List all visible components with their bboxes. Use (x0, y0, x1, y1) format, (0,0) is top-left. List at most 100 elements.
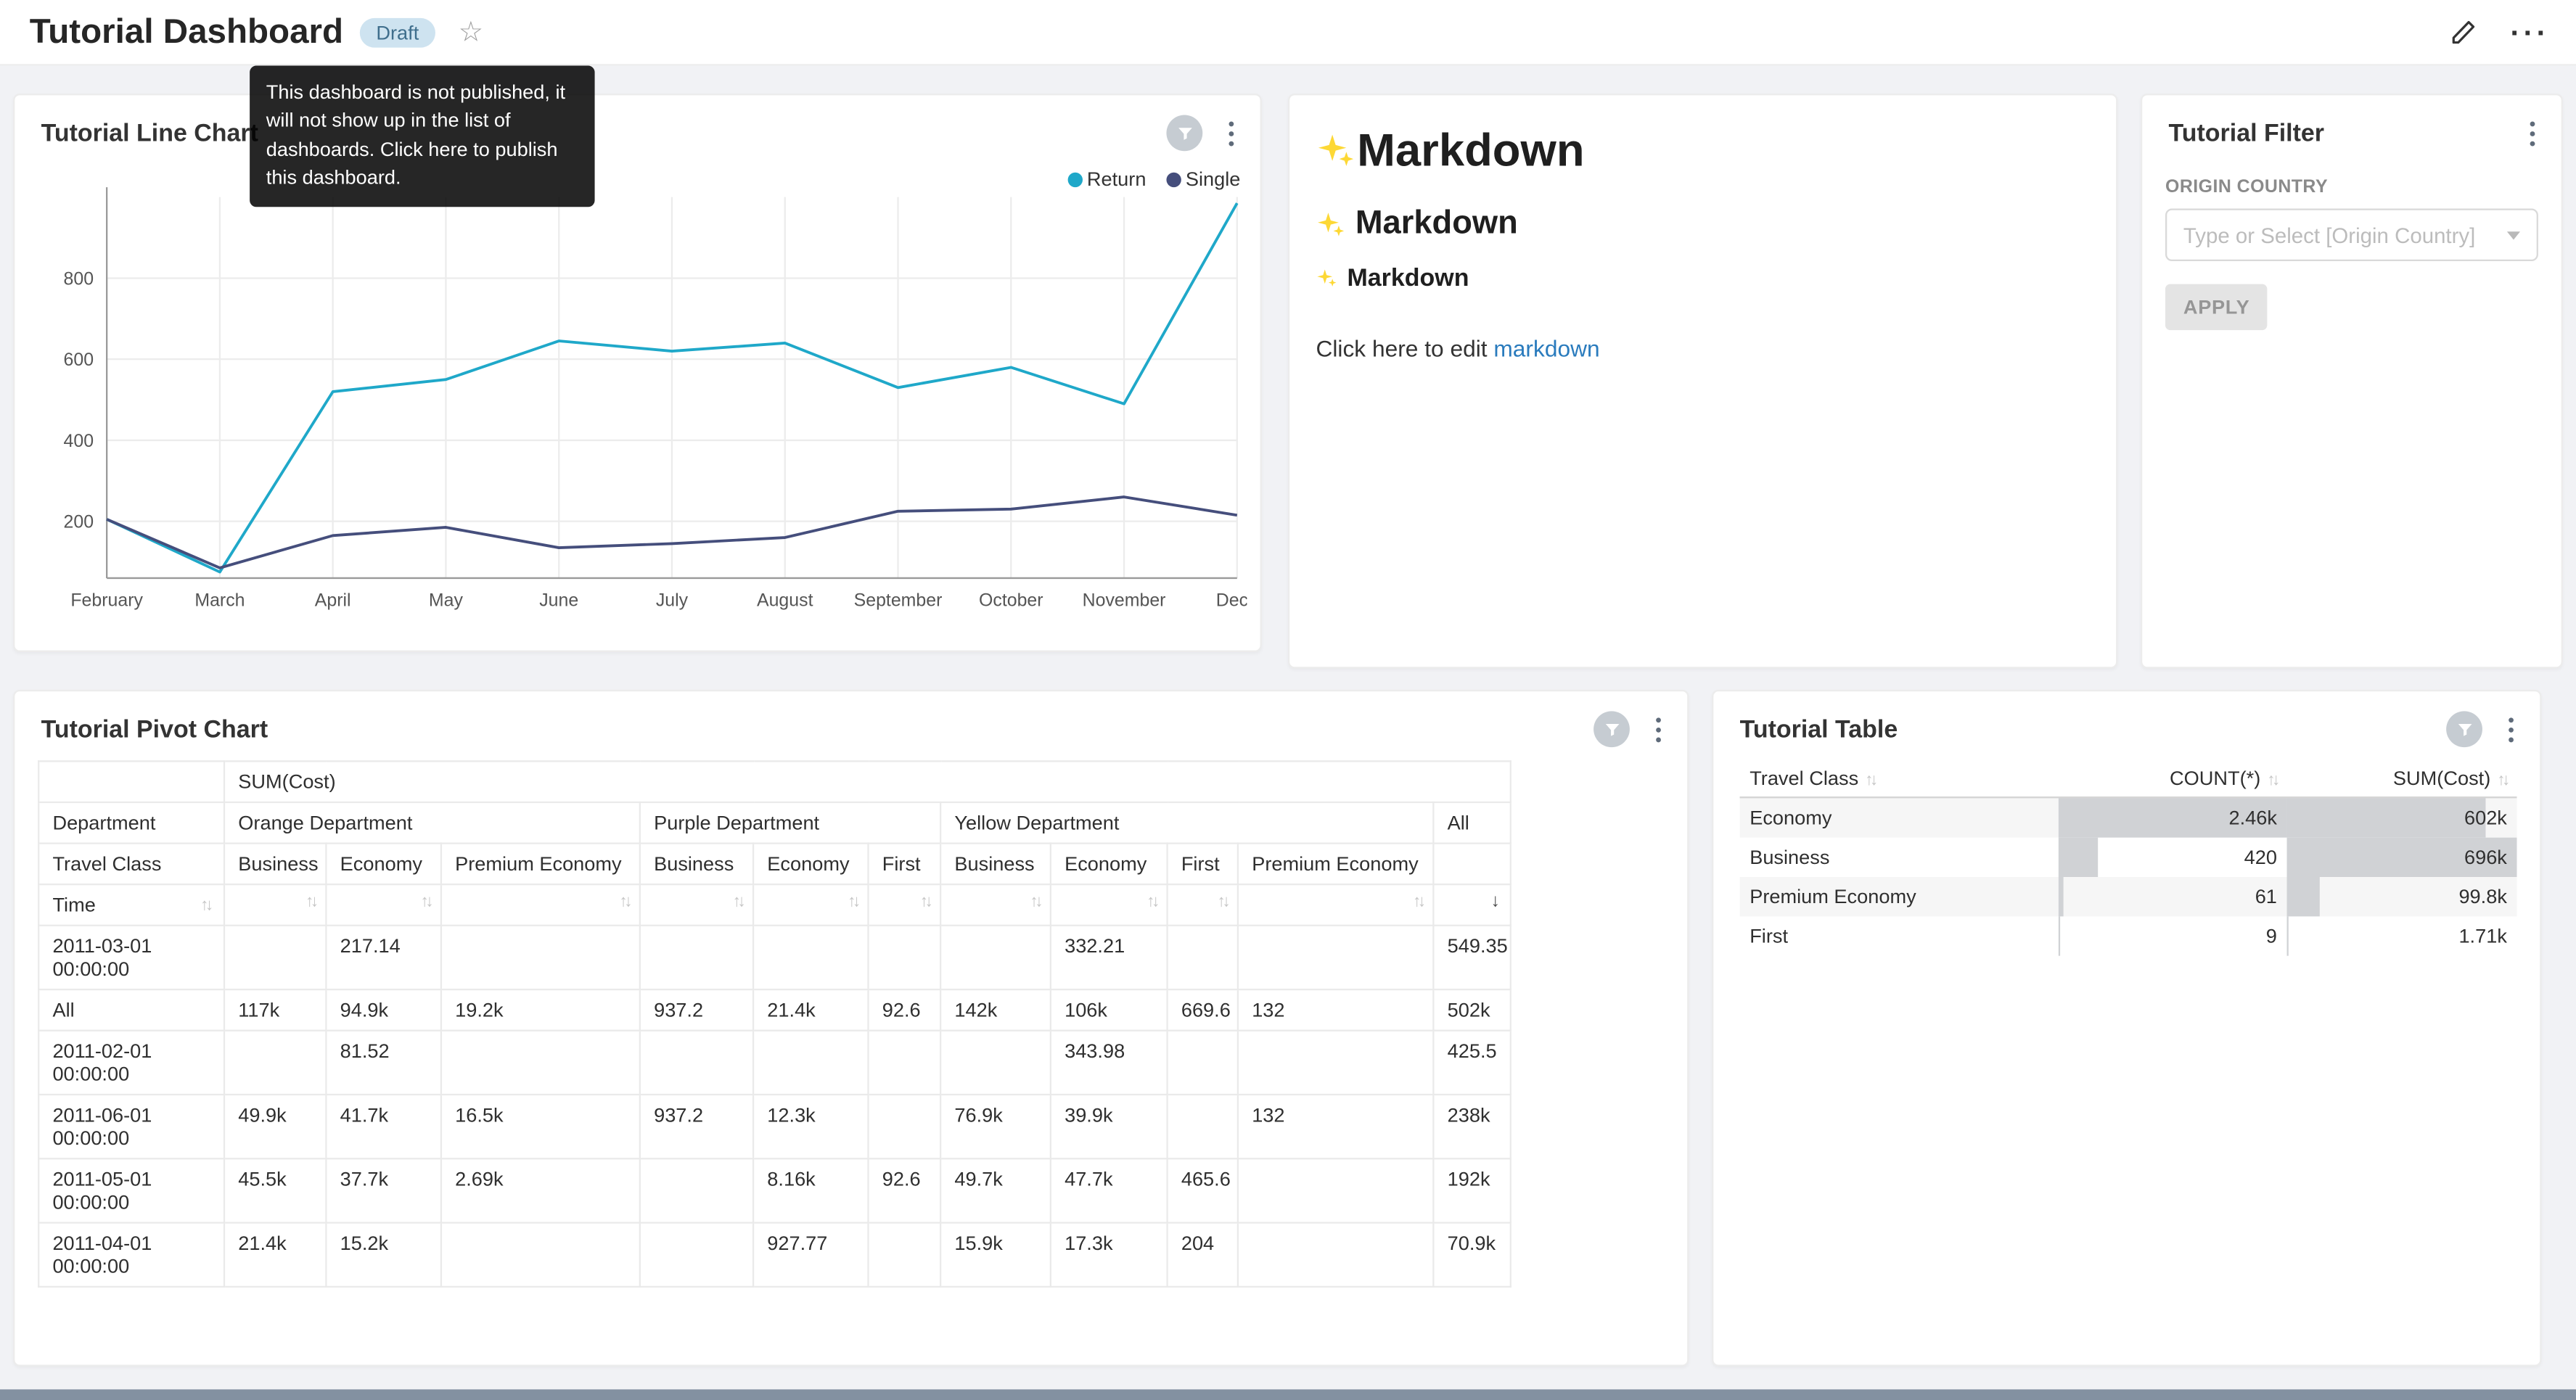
header-actions: ··· (2450, 17, 2550, 47)
pivot-cell: 192k (1433, 1158, 1510, 1222)
sort-icon[interactable]: ↑↓ (1030, 894, 1041, 912)
favorite-star-icon[interactable]: ☆ (459, 18, 484, 46)
pivot-col-header: Business (940, 844, 1051, 885)
table-row[interactable]: Economy2.46k602k (1740, 797, 2517, 837)
draft-badge[interactable]: Draft (360, 17, 435, 47)
filter-field-label: ORIGIN COUNTRY (2142, 151, 2561, 197)
table-cell-sum: 1.71k (2287, 916, 2517, 955)
pivot-cell: 927.77 (753, 1223, 868, 1287)
pivot-row-header: All (38, 989, 224, 1031)
table-cell-sum: 99.8k (2287, 877, 2517, 916)
origin-country-select[interactable]: Type or Select [Origin Country] (2165, 209, 2538, 261)
sort-icon[interactable]: ↑↓ (2497, 772, 2507, 790)
table-cell-sum: 696k (2287, 838, 2517, 877)
kebab-menu-icon[interactable] (1222, 115, 1240, 151)
sort-icon[interactable]: ↑↓ (920, 894, 930, 912)
sort-icon[interactable]: ↑↓ (1413, 894, 1423, 912)
kebab-menu-icon[interactable] (2502, 711, 2520, 747)
pivot-cell: 425.5 (1433, 1031, 1510, 1095)
pivot-cell: 49.9k (224, 1095, 326, 1158)
pivot-cell: 15.2k (326, 1223, 440, 1287)
pivot-row-header: 2011-06-01 00:00:00 (38, 1095, 224, 1158)
pivot-cell (869, 1031, 941, 1095)
sort-icon[interactable]: ↑↓ (305, 894, 316, 912)
svg-text:April: April (315, 590, 351, 610)
more-menu-icon[interactable]: ··· (2510, 17, 2549, 47)
pivot-cell (753, 1031, 868, 1095)
kebab-menu-icon[interactable] (1649, 711, 1668, 747)
column-header-sum[interactable]: SUM(Cost) ↑↓ (2287, 760, 2517, 797)
sort-icon[interactable]: ↑↓ (200, 896, 210, 914)
pivot-cell (1168, 1031, 1238, 1095)
pivot-row: 2011-05-01 00:00:0045.5k37.7k2.69k8.16k9… (38, 1158, 1511, 1222)
pivot-table: SUM(Cost)DepartmentOrange DepartmentPurp… (38, 760, 1511, 1288)
edit-icon[interactable] (2450, 18, 2477, 46)
pivot-cell: 92.6 (869, 989, 941, 1031)
pivot-row-header: 2011-03-01 00:00:00 (38, 926, 224, 989)
pivot-cell: 238k (1433, 1095, 1510, 1158)
pivot-table-wrap: SUM(Cost)DepartmentOrange DepartmentPurp… (38, 760, 1664, 1288)
markdown-h1-text: Markdown (1357, 125, 1584, 177)
pivot-cell (940, 1031, 1051, 1095)
pivot-cell: 106k (1051, 989, 1168, 1031)
sort-icon[interactable]: ↑↓ (2267, 772, 2277, 790)
pivot-col-header: Economy (753, 844, 868, 885)
sort-icon[interactable]: ↑↓ (421, 894, 431, 912)
pivot-cell: 19.2k (441, 989, 640, 1031)
pivot-cell (640, 1223, 753, 1287)
column-header-travel-class[interactable]: Travel Class↑↓ (1740, 760, 2059, 797)
filter-card: Tutorial Filter ORIGIN COUNTRY Type or S… (2141, 94, 2563, 668)
column-label: COUNT(*) (2170, 767, 2260, 790)
pivot-cell (441, 1223, 640, 1287)
markdown-h3-text: Markdown (1348, 265, 1469, 292)
sort-icon[interactable]: ↑↓ (1218, 894, 1228, 912)
sort-icon[interactable]: ↑↓ (848, 894, 858, 912)
apply-button[interactable]: APPLY (2165, 284, 2268, 330)
select-placeholder: Type or Select [Origin Country] (2183, 223, 2475, 247)
line-chart: 200400600800FebruaryMarchAprilMayJuneJul… (25, 181, 1247, 627)
markdown-link[interactable]: markdown (1493, 335, 1599, 361)
svg-text:February: February (70, 590, 143, 610)
pivot-cell (869, 1223, 941, 1287)
markdown-paragraph-text: Click here to edit (1316, 335, 1493, 361)
pivot-cell: 132 (1238, 1095, 1433, 1158)
pivot-cell: 49.7k (940, 1158, 1051, 1222)
cross-filter-icon[interactable] (1166, 115, 1202, 151)
cross-filter-icon[interactable] (2446, 711, 2482, 747)
sort-icon[interactable]: ↑↓ (1865, 772, 1875, 790)
pivot-time-label: Time (52, 894, 95, 917)
pivot-cell: 204 (1168, 1223, 1238, 1287)
pivot-col-header: First (1168, 844, 1238, 885)
svg-text:March: March (194, 590, 245, 610)
markdown-h3: Markdown (1316, 265, 2089, 292)
line-chart-card: Tutorial Line Chart Return Single 200400… (13, 94, 1262, 652)
cross-filter-icon[interactable] (1593, 711, 1630, 747)
pivot-row: 2011-06-01 00:00:0049.9k41.7k16.5k937.21… (38, 1095, 1511, 1158)
pivot-cell: 132 (1238, 989, 1433, 1031)
sparkles-icon (1316, 131, 1355, 170)
table-row[interactable]: Premium Economy6199.8k (1740, 877, 2517, 916)
table-row[interactable]: First91.71k (1740, 916, 2517, 955)
table-cell-count: 9 (2059, 916, 2287, 955)
pivot-col-header: Premium Economy (1238, 844, 1433, 885)
svg-text:November: November (1083, 590, 1166, 610)
column-label: SUM(Cost) (2393, 767, 2490, 790)
markdown-card: Markdown Markdown Markdown Click here to… (1288, 94, 2117, 668)
kebab-menu-icon[interactable] (2524, 115, 2542, 151)
sort-desc-icon[interactable]: ↓ (1491, 892, 1500, 911)
dashboard-header: Tutorial Dashboard Draft ☆ ··· (0, 0, 2576, 66)
sort-icon[interactable]: ↑↓ (620, 894, 630, 912)
card-header: Tutorial Pivot Chart (15, 691, 1687, 747)
svg-text:400: 400 (64, 431, 94, 451)
pivot-metric-header: SUM(Cost) (224, 761, 1511, 802)
pivot-cell: 343.98 (1051, 1031, 1168, 1095)
pivot-row: 2011-02-01 00:00:0081.52343.98425.5 (38, 1031, 1511, 1095)
pivot-cell: 937.2 (640, 989, 753, 1031)
markdown-h1: Markdown (1316, 125, 2089, 177)
sort-icon[interactable]: ↑↓ (733, 894, 743, 912)
pivot-cell: 669.6 (1168, 989, 1238, 1031)
pivot-cell (640, 1031, 753, 1095)
sort-icon[interactable]: ↑↓ (1147, 894, 1157, 912)
table-row[interactable]: Business420696k (1740, 838, 2517, 877)
column-header-count[interactable]: COUNT(*) ↑↓ (2059, 760, 2287, 797)
